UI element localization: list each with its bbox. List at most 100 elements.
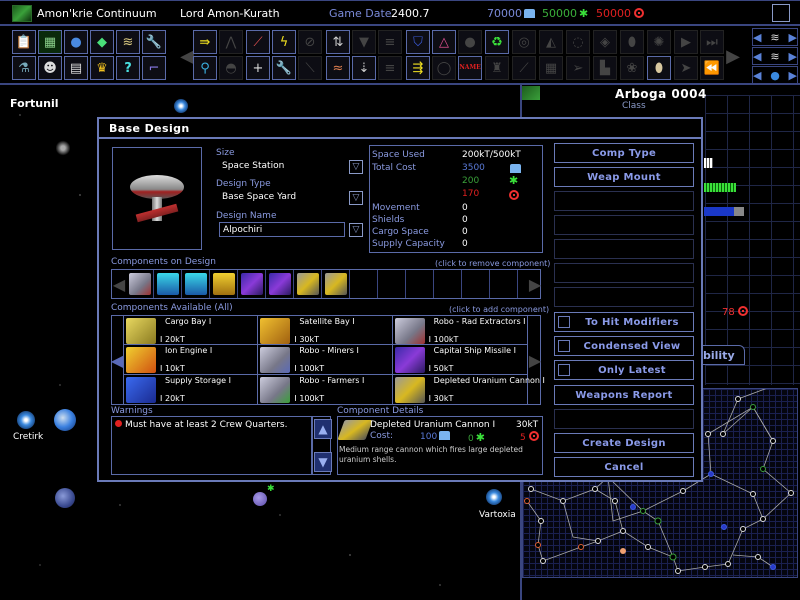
ships-icon[interactable]: ≋: [116, 30, 140, 54]
move-arrow-icon[interactable]: ⇛: [193, 30, 217, 54]
skip-end-icon[interactable]: ⏭: [700, 30, 724, 54]
clipboard-icon[interactable]: 📋: [12, 30, 36, 54]
design-slot[interactable]: [322, 270, 350, 298]
available-component[interactable]: Robo - Farmers I I 100kT: [258, 374, 393, 404]
relic-icon[interactable]: ⬮: [647, 56, 671, 80]
globe-icon[interactable]: ●: [64, 30, 88, 54]
recycle-icon[interactable]: ♻: [485, 30, 509, 54]
design-name-input[interactable]: Alpochiri: [219, 222, 345, 237]
play-icon[interactable]: ▶: [674, 30, 698, 54]
tower-icon[interactable]: ▙: [593, 56, 617, 80]
flask-icon[interactable]: ⚗: [12, 56, 36, 80]
fleet-merge-icon[interactable]: ≈: [326, 56, 350, 80]
design-type-dropdown-button[interactable]: ▽: [349, 191, 363, 205]
cancel-button[interactable]: Cancel: [554, 457, 694, 477]
prev-next-fleet-control[interactable]: ◀ ≋ ▶: [752, 28, 798, 46]
stack-icon[interactable]: ▦: [539, 56, 563, 80]
only-latest-checkbox[interactable]: [558, 364, 570, 376]
jump-icon[interactable]: ➢: [566, 56, 590, 80]
system-label-cretirk[interactable]: Cretirk: [13, 432, 43, 442]
rewind-icon[interactable]: ⏪: [700, 56, 724, 80]
design-slot[interactable]: [154, 270, 182, 298]
to-hit-modifiers-toggle[interactable]: To Hit Modifiers: [554, 312, 694, 332]
drop-icon[interactable]: ▼: [352, 30, 376, 54]
pipe-icon[interactable]: ⌐: [142, 56, 166, 80]
reload-icon[interactable]: ◯: [432, 56, 456, 80]
design-scroll-left-button[interactable]: ◀: [113, 270, 125, 298]
fleet-marker-icon[interactable]: ✱: [267, 484, 275, 494]
available-component[interactable]: Cargo Bay I I 20kT: [124, 316, 259, 346]
design-scroll-right-button[interactable]: ▶: [529, 270, 541, 298]
vortex-icon[interactable]: ✺: [647, 30, 671, 54]
toolbar-scroll-right-button[interactable]: ▶: [726, 31, 740, 81]
available-component[interactable]: Satellite Bay I I 30kT: [258, 316, 393, 346]
only-latest-toggle[interactable]: Only Latest: [554, 360, 694, 380]
gate-icon[interactable]: ◭: [539, 30, 563, 54]
attack-icon[interactable]: ⟋: [246, 30, 270, 54]
notepad-icon[interactable]: ▤: [64, 56, 88, 80]
warnings-scroll-up-button[interactable]: ▲: [314, 419, 332, 439]
warnings-scroll-down-button[interactable]: ▼: [314, 452, 332, 472]
mine-icon[interactable]: ◈: [593, 30, 617, 54]
ship-icon[interactable]: ➤: [674, 56, 698, 80]
asteroid-icon[interactable]: ⬮: [620, 30, 644, 54]
comp-type-button[interactable]: Comp Type: [554, 143, 694, 163]
tow-icon[interactable]: ⋀: [219, 30, 243, 54]
available-component[interactable]: Capital Ship Missile I I 50kT: [392, 345, 527, 375]
available-component[interactable]: Robo - Rad Extractors I I 100kT: [392, 316, 527, 346]
design-slot[interactable]: [238, 270, 266, 298]
weapons-report-button[interactable]: Weapons Report: [554, 385, 694, 405]
design-slot[interactable]: [294, 270, 322, 298]
rename-button[interactable]: NAME: [458, 56, 482, 80]
prev-next-ship-control[interactable]: ◀ ≋ ▶: [752, 47, 798, 65]
star-vartoxia[interactable]: [486, 489, 502, 505]
alien-icon[interactable]: ☻: [38, 56, 62, 80]
wrench-icon[interactable]: 🔧: [142, 30, 166, 54]
sensor-icon[interactable]: ⚲: [193, 56, 217, 80]
ability-tab[interactable]: bility: [700, 345, 745, 365]
available-component[interactable]: Ion Engine I I 10kT: [124, 345, 259, 375]
planet-blue[interactable]: [54, 409, 76, 431]
lightning-icon[interactable]: ϟ: [272, 30, 296, 54]
size-dropdown-button[interactable]: ▽: [349, 160, 363, 174]
sweep-icon[interactable]: ⟍: [298, 56, 322, 80]
design-name-dropdown-button[interactable]: ▽: [349, 223, 363, 237]
available-component[interactable]: Robo - Miners I I 100kT: [258, 345, 393, 375]
design-slot[interactable]: [266, 270, 294, 298]
toolbar-scroll-left-button[interactable]: ◀: [180, 31, 194, 81]
available-scroll-left-button[interactable]: ◀: [111, 330, 123, 390]
triangle-fleet-icon[interactable]: △: [432, 30, 456, 54]
brain-icon[interactable]: ❀: [620, 56, 644, 80]
available-component[interactable]: Supply Storage I I 20kT: [124, 374, 259, 404]
create-design-button[interactable]: Create Design: [554, 433, 694, 453]
gem-icon[interactable]: ◆: [90, 30, 114, 54]
repair-wrench-icon[interactable]: 🔧: [272, 56, 296, 80]
beacon-icon[interactable]: ♜: [485, 56, 509, 80]
circuit-board-icon[interactable]: ▦: [38, 30, 62, 54]
shield-icon[interactable]: ⛉: [406, 30, 430, 54]
planet-purple[interactable]: [253, 492, 267, 506]
available-component[interactable]: Depleted Uranium Cannon I I 30kT: [393, 375, 545, 404]
add-ships-icon[interactable]: +: [246, 56, 270, 80]
window-toggle-button[interactable]: [772, 4, 790, 22]
cancel-order-icon[interactable]: ⊘: [298, 30, 322, 54]
dome-icon[interactable]: ◓: [219, 56, 243, 80]
warp-icon[interactable]: ◌: [566, 30, 590, 54]
planet-gas-giant[interactable]: [55, 488, 75, 508]
transfer-icon[interactable]: ≡: [378, 30, 402, 54]
system-label-fortunil[interactable]: Fortunil: [10, 97, 59, 110]
to-hit-checkbox[interactable]: [558, 316, 570, 328]
star-cretirk[interactable]: [17, 411, 35, 429]
star-fortunil[interactable]: [174, 99, 188, 113]
transfer-cargo-icon[interactable]: ≡: [378, 56, 402, 80]
ring-icon[interactable]: ◎: [512, 30, 536, 54]
condensed-view-toggle[interactable]: Condensed View: [554, 336, 694, 356]
weap-mount-button[interactable]: Weap Mount: [554, 167, 694, 187]
condensed-view-checkbox[interactable]: [558, 340, 570, 352]
design-slot[interactable]: [182, 270, 210, 298]
crown-icon[interactable]: ♛: [90, 56, 114, 80]
available-scroll-right-button[interactable]: ▶: [529, 330, 541, 390]
help-icon[interactable]: ?: [116, 56, 140, 80]
unload-icon[interactable]: ⇣: [352, 56, 376, 80]
design-slot[interactable]: [210, 270, 238, 298]
